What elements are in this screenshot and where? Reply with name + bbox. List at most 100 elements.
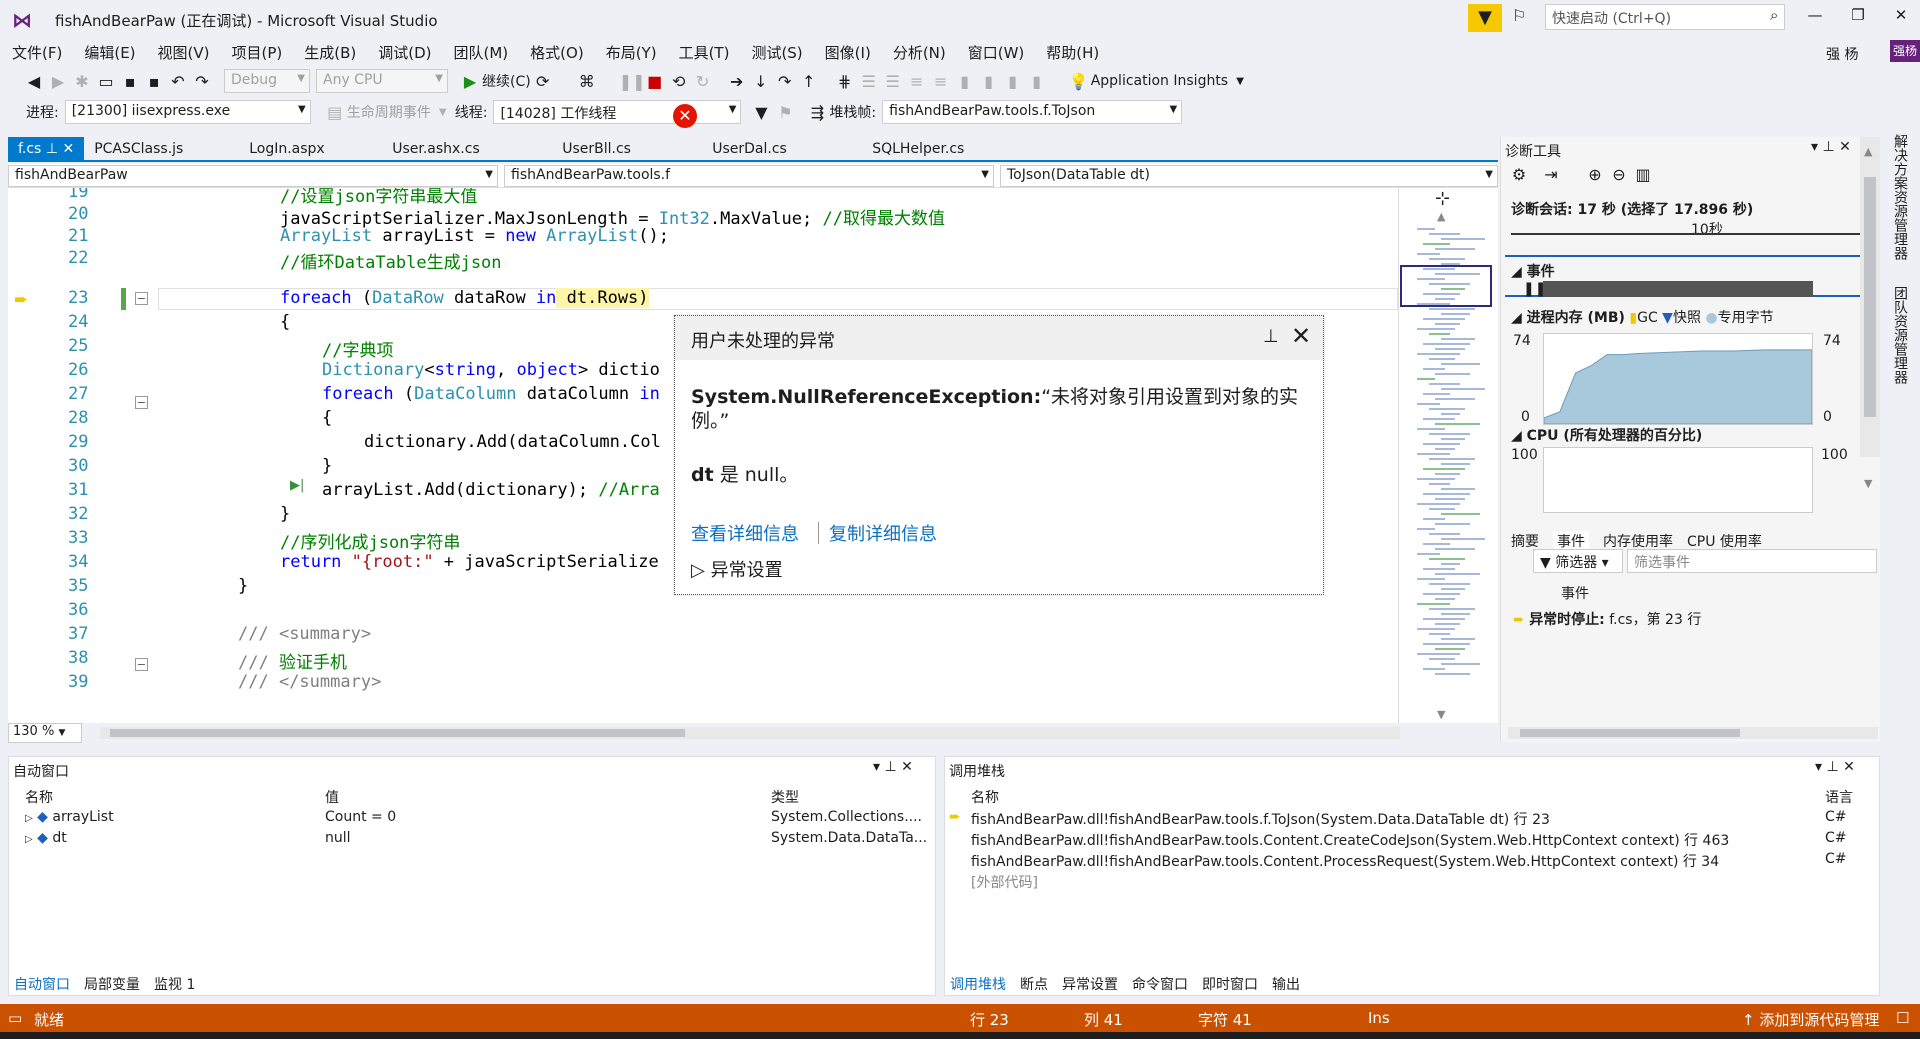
tab-userbll-cs[interactable]: UserBll.cs (552, 137, 702, 161)
maximize-button[interactable]: ❐ (1843, 6, 1873, 24)
tab-watch-1[interactable]: 监视 1 (154, 974, 195, 994)
minimize-button[interactable]: — (1800, 6, 1830, 24)
tab-team-explorer[interactable]: 团队资源管理器 (1890, 286, 1910, 384)
column-name[interactable]: 名称 (971, 787, 999, 807)
step-into-icon[interactable]: ↓ (749, 72, 773, 91)
menu-image[interactable]: 图像(I) (825, 42, 871, 63)
tab-breakpoints[interactable]: 断点 (1020, 974, 1048, 994)
scroll-down-icon[interactable]: ▼ (1437, 708, 1445, 721)
thread-filter-icon[interactable]: ▼ (749, 103, 773, 122)
user-avatar[interactable]: 强杨 (1890, 40, 1920, 62)
menu-view[interactable]: 视图(V) (158, 42, 210, 63)
menu-build[interactable]: 生成(B) (304, 42, 356, 63)
diagnostics-vertical-scrollbar[interactable]: ▲ ▼ (1860, 137, 1880, 490)
hot-reload-icon[interactable]: ↻ (691, 72, 715, 91)
new-project-icon[interactable]: ✱ (70, 72, 94, 91)
menu-tools[interactable]: 工具(T) (679, 42, 730, 63)
table-row[interactable]: [外部代码] (971, 872, 1038, 892)
comment-icon[interactable]: ☰ (857, 72, 881, 91)
tab-command-window[interactable]: 命令窗口 (1132, 974, 1188, 994)
column-value[interactable]: 值 (325, 787, 339, 807)
forward-arrow-icon[interactable]: ▶ (46, 72, 70, 91)
open-folder-icon[interactable]: ▭ (94, 72, 118, 91)
zoom-combo[interactable]: 130 % ▼ (8, 723, 82, 743)
tab-solution-explorer[interactable]: 解决方案资源管理器 (1890, 134, 1910, 260)
table-row[interactable]: fishAndBearPaw.dll!fishAndBearPaw.tools.… (971, 830, 1811, 850)
lifecycle-events-button[interactable]: 生命周期事件 (347, 102, 431, 122)
application-insights-button[interactable]: Application Insights (1091, 73, 1228, 89)
scrollbar-thumb[interactable] (1864, 177, 1876, 417)
stop-icon[interactable]: ■ (643, 72, 667, 91)
tab-login-aspx[interactable]: LogIn.aspx (239, 137, 382, 161)
quick-launch-input[interactable]: 快速启动 (Ctrl+Q) (1545, 4, 1785, 30)
menu-edit[interactable]: 编辑(E) (84, 42, 135, 63)
column-type[interactable]: 类型 (771, 787, 799, 807)
step-out-icon[interactable]: ↑ (797, 72, 821, 91)
pause-icon[interactable]: ❚❚ (619, 72, 646, 91)
menu-test[interactable]: 测试(S) (751, 42, 802, 63)
scroll-up-icon[interactable]: ▲ (1864, 145, 1872, 158)
collapse-icon[interactable]: − (135, 292, 148, 305)
hex-display-icon[interactable]: ⋕ (833, 72, 857, 91)
back-arrow-icon[interactable]: ◀ (22, 72, 46, 91)
next-bookmark-icon[interactable]: ▮ (1001, 72, 1025, 91)
project-combo[interactable]: fishAndBearPaw ▼ (8, 165, 498, 187)
tab-summary[interactable]: 摘要 (1511, 531, 1539, 551)
close-icon[interactable]: ✕ (62, 141, 74, 157)
member-combo[interactable]: ToJson(DataTable dt) ▼ (1000, 165, 1498, 187)
menu-window[interactable]: 窗口(W) (968, 42, 1025, 63)
collapse-icon[interactable]: − (135, 658, 148, 671)
search-icon[interactable]: ⌕ (1770, 6, 1778, 24)
menu-format[interactable]: 格式(O) (530, 42, 584, 63)
tab-locals[interactable]: 局部变量 (84, 974, 140, 994)
memory-chart[interactable] (1543, 333, 1813, 425)
configuration-combo[interactable]: Debug ▼ (224, 69, 310, 93)
expand-icon[interactable]: ▷ (25, 813, 33, 824)
outdent-icon[interactable]: ≡ (929, 72, 953, 91)
menu-analyze[interactable]: 分析(N) (893, 42, 946, 63)
scrollbar-thumb[interactable] (1520, 729, 1740, 737)
variable-value[interactable]: null (325, 830, 351, 846)
continue-button[interactable]: 继续(C) (482, 71, 531, 91)
run-to-click-icon[interactable]: ▶| (290, 478, 304, 493)
menu-debug[interactable]: 调试(D) (378, 42, 431, 63)
column-language[interactable]: 语言 (1825, 787, 1853, 807)
tab-userdal-cs[interactable]: UserDal.cs (702, 137, 862, 161)
restart-icon[interactable]: ⟲ (667, 72, 691, 91)
exception-settings-expander[interactable]: ▷ 异常设置 (691, 556, 783, 582)
zoom-in-icon[interactable]: ⊕ (1583, 165, 1607, 184)
scroll-up-icon[interactable]: ▲ (1437, 210, 1445, 223)
tab-pcasclass-js[interactable]: PCASClass.js (84, 137, 239, 161)
event-search-input[interactable]: 筛选事件 (1627, 549, 1877, 573)
continue-play-icon[interactable]: ▶ (458, 72, 482, 91)
prev-bookmark-icon[interactable]: ▮ (977, 72, 1001, 91)
save-icon[interactable]: ▪ (118, 72, 142, 91)
uncomment-icon[interactable]: ☰ (881, 72, 905, 91)
user-name[interactable]: 强 杨 (1826, 44, 1858, 64)
event-filter-button[interactable]: ▼ 筛选器 ▾ (1533, 549, 1623, 573)
pin-icon[interactable]: ⊥ (1263, 326, 1279, 347)
source-control-button[interactable]: ↑ 添加到源代码管理 (1742, 1009, 1879, 1030)
execution-pointer-icon[interactable]: ➨ (14, 290, 34, 310)
close-icon[interactable]: ✕ (1291, 322, 1311, 350)
tab-immediate-window[interactable]: 即时窗口 (1202, 974, 1258, 994)
notification-filter-icon[interactable]: ▼ (1468, 4, 1502, 32)
tab-sqlhelper-cs[interactable]: SQLHelper.cs (862, 137, 1022, 161)
cpu-chart[interactable] (1543, 447, 1813, 513)
tab-cpu-usage[interactable]: CPU 使用率 (1687, 531, 1762, 551)
menu-help[interactable]: 帮助(H) (1046, 42, 1099, 63)
feedback-icon[interactable]: ⚐ (1512, 6, 1526, 25)
class-combo[interactable]: fishAndBearPaw.tools.f ▼ (504, 165, 994, 187)
timeline-ruler[interactable] (1511, 233, 1861, 235)
table-row[interactable]: ▷ ◆ arrayList (25, 809, 114, 825)
column-name[interactable]: 名称 (25, 787, 53, 807)
diagnostics-horizontal-scrollbar[interactable] (1508, 727, 1878, 739)
split-view-icon[interactable]: ⊹ (1435, 188, 1450, 209)
panel-menu-icon[interactable]: ▾ ⊥ ✕ (1811, 139, 1851, 155)
tab-events[interactable]: 事件 (1553, 531, 1589, 551)
minimap-viewport[interactable] (1400, 265, 1492, 307)
step-over-icon[interactable]: ↷ (773, 72, 797, 91)
table-row[interactable]: fishAndBearPaw.dll!fishAndBearPaw.tools.… (971, 851, 1811, 871)
tab-exception-settings[interactable]: 异常设置 (1062, 974, 1118, 994)
tab-user-ashx-cs[interactable]: User.ashx.cs (382, 137, 552, 161)
